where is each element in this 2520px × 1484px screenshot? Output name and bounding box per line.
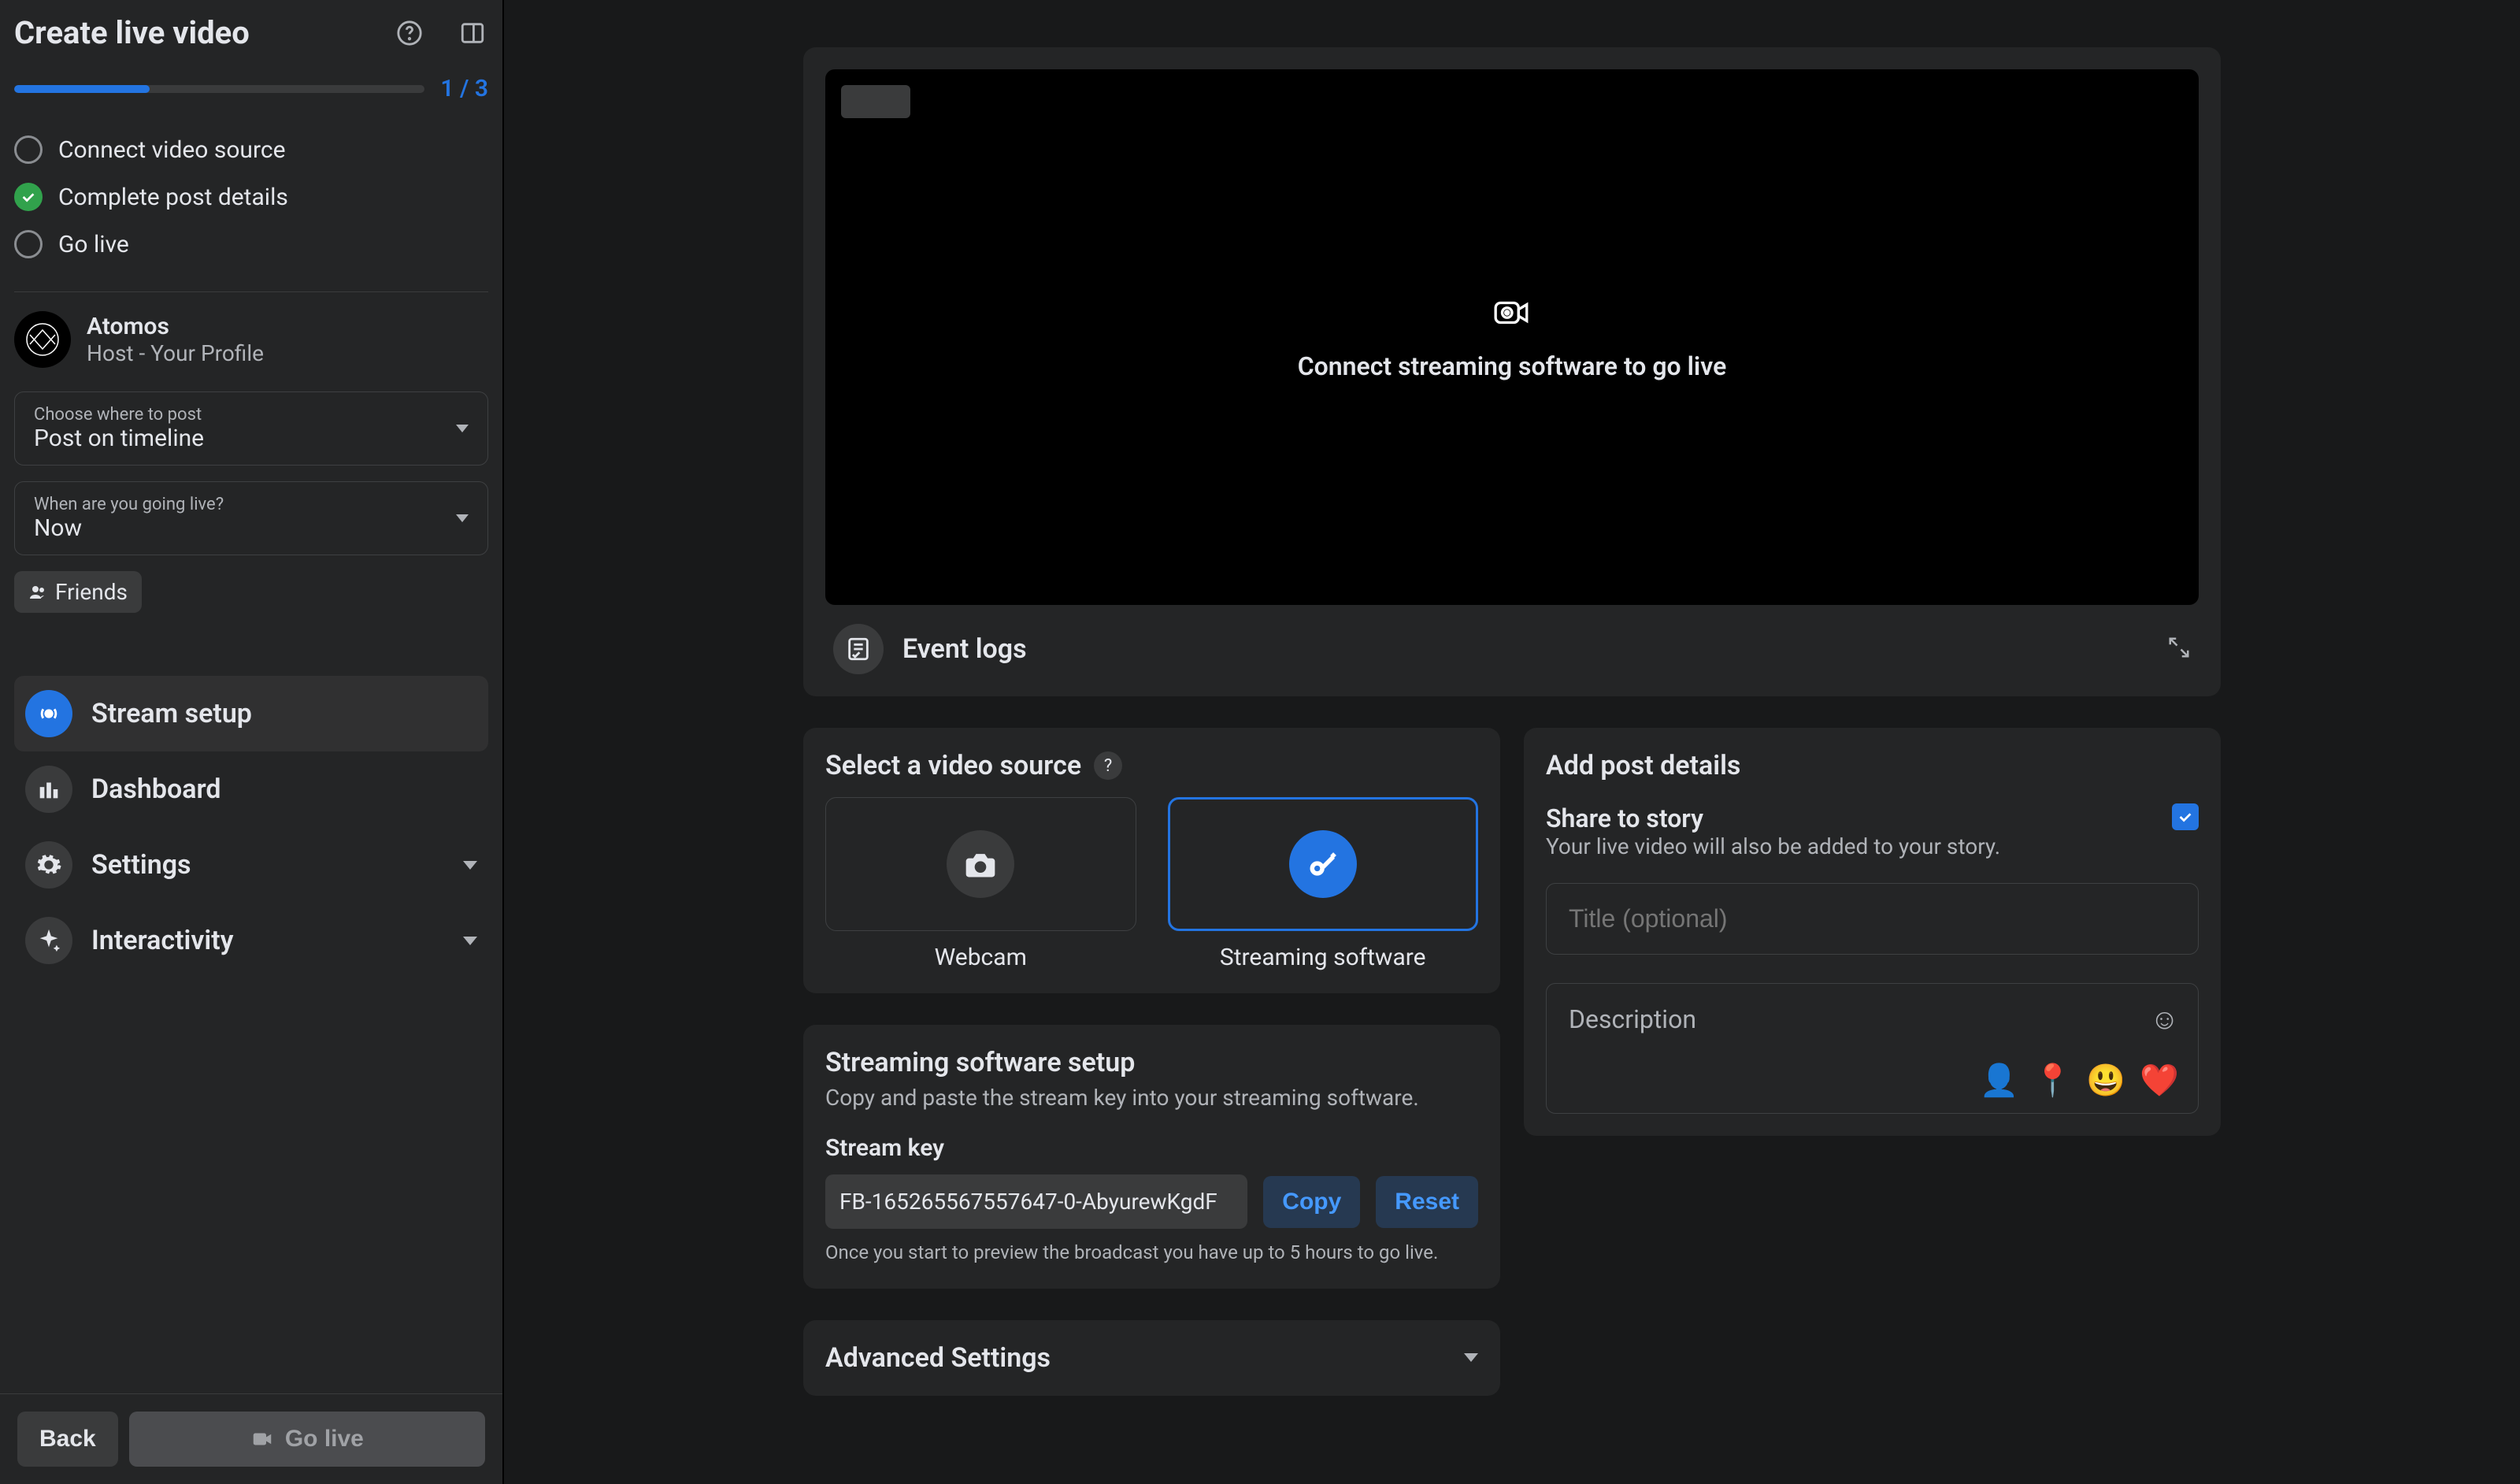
nav-dashboard[interactable]: Dashboard [14, 751, 488, 827]
share-to-story-checkbox[interactable] [2172, 803, 2199, 830]
chevron-down-icon [463, 861, 477, 870]
description-input[interactable]: Description ☺ 👤 📍 😃 ❤️ [1546, 983, 2199, 1114]
progress-text: 1 / 3 [440, 75, 488, 102]
sparkle-icon [25, 917, 72, 964]
post-details-card: Add post details Share to story Your liv… [1524, 728, 2221, 1136]
reset-button[interactable]: Reset [1376, 1176, 1478, 1228]
profile-name: Atomos [87, 313, 264, 340]
post-details-title: Add post details [1546, 750, 2199, 781]
stream-key-hint: Once you start to preview the broadcast … [825, 1240, 1478, 1267]
avatar [14, 311, 71, 368]
chevron-down-icon [1464, 1353, 1478, 1362]
when-going-live-select[interactable]: When are you going live? Now [14, 481, 488, 555]
connect-stream-icon [1492, 293, 1532, 332]
chevron-down-icon [463, 937, 477, 945]
friends-icon [28, 583, 47, 602]
preview-card: Connect streaming software to go live Ev… [803, 47, 2221, 696]
step-go-live[interactable]: Go live [14, 221, 488, 268]
stream-setup-card: Streaming software setup Copy and paste … [803, 1025, 1500, 1289]
chevron-down-icon [456, 514, 469, 522]
gear-icon [25, 841, 72, 889]
step-connect-source[interactable]: Connect video source [14, 126, 488, 173]
emoji-picker-icon[interactable]: ☺ [2150, 1003, 2179, 1036]
preview-pane: Connect streaming software to go live [825, 69, 2199, 605]
step-post-details[interactable]: Complete post details [14, 173, 488, 221]
go-live-button[interactable]: Go live [129, 1412, 485, 1467]
dashboard-icon [25, 766, 72, 813]
live-badge [841, 85, 910, 118]
title-input[interactable] [1546, 883, 2199, 955]
broadcast-icon [25, 690, 72, 737]
profile-subtitle: Host - Your Profile [87, 340, 264, 366]
video-icon [250, 1427, 274, 1451]
back-button[interactable]: Back [17, 1412, 118, 1467]
advanced-settings-toggle[interactable]: Advanced Settings [803, 1320, 1500, 1396]
nav-stream-setup[interactable]: Stream setup [14, 676, 488, 751]
expand-icon[interactable] [2167, 636, 2191, 662]
sidebar: Create live video 1 / 3 Connect vid [0, 0, 504, 1484]
sidebar-footer: Back Go live [0, 1393, 502, 1484]
page-title: Create live video [14, 14, 250, 51]
circle-empty-icon [14, 230, 43, 258]
profile-row[interactable]: Atomos Host - Your Profile [14, 311, 488, 368]
video-source-title: Select a video source [825, 750, 1081, 781]
check-circle-icon [14, 183, 43, 211]
sidebar-header: Create live video [14, 14, 488, 51]
main-area: Connect streaming software to go live Ev… [504, 0, 2520, 1484]
where-to-post-select[interactable]: Choose where to post Post on timeline [14, 391, 488, 466]
event-logs-icon [833, 624, 884, 674]
chevron-down-icon [456, 425, 469, 432]
location-icon[interactable]: 📍 [2033, 1062, 2073, 1099]
preview-message: Connect streaming software to go live [1298, 351, 1727, 381]
key-icon [1289, 830, 1357, 898]
support-icon[interactable]: ❤️ [2140, 1062, 2179, 1099]
circle-empty-icon [14, 135, 43, 164]
progress-bar: 1 / 3 [14, 75, 488, 102]
panel-toggle-icon[interactable] [457, 17, 488, 49]
source-webcam[interactable] [825, 797, 1136, 931]
camera-icon [947, 830, 1014, 898]
event-logs-toggle[interactable]: Event logs [833, 624, 1027, 674]
audience-chip[interactable]: Friends [14, 571, 142, 613]
copy-button[interactable]: Copy [1263, 1176, 1360, 1228]
help-icon[interactable]: ? [1094, 751, 1122, 780]
divider [14, 291, 488, 292]
nav-interactivity[interactable]: Interactivity [14, 903, 488, 978]
feeling-icon[interactable]: 😃 [2086, 1062, 2125, 1099]
stream-key-input[interactable] [825, 1174, 1247, 1229]
tag-people-icon[interactable]: 👤 [1980, 1062, 2019, 1099]
source-streaming-software[interactable] [1168, 797, 1479, 931]
video-source-card: Select a video source ? Webcam [803, 728, 1500, 993]
nav-settings[interactable]: Settings [14, 827, 488, 903]
help-icon[interactable] [394, 17, 425, 49]
